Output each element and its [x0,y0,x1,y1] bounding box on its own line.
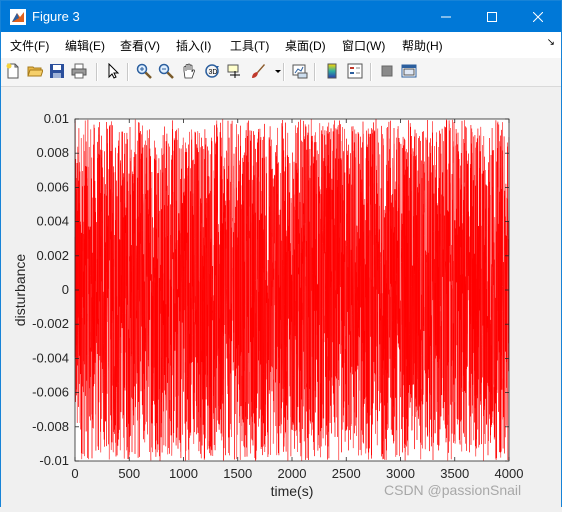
x-tick-label: 0 [71,466,78,481]
print-icon[interactable] [70,62,88,80]
x-tick-label: 500 [118,466,140,481]
maximize-icon [487,11,497,22]
menu-help[interactable]: 帮助(H) [402,37,443,54]
y-tick-label: 0.006 [36,179,69,194]
y-tick-label: -0.004 [32,350,69,365]
y-tick-label: 0.008 [36,145,69,160]
toolbar-separator [96,63,98,81]
menu-insert[interactable]: 插入(I) [176,37,211,54]
menu-file[interactable]: 文件(F) [10,37,49,54]
data-cursor-icon[interactable] [225,62,243,80]
chevron-icon[interactable]: ↘ [547,37,555,48]
new-figure-icon[interactable] [4,62,22,80]
zoom-out-icon[interactable] [157,62,175,80]
link-plot-icon[interactable] [291,62,309,80]
window-title: Figure 3 [32,9,80,24]
axes-plot[interactable]: 0 500 1000 1500 2000 2500 3000 3500 4000 -0.01 -0.… [1,87,561,507]
menu-window[interactable]: 窗口(W) [342,37,385,54]
maximize-button[interactable] [469,1,515,32]
show-plot-tools-icon[interactable] [400,62,418,80]
save-icon[interactable] [48,62,66,80]
toolbar-separator [127,63,129,81]
close-button[interactable] [515,1,561,32]
minimize-button[interactable] [423,1,469,32]
y-tick-label: 0.004 [36,214,69,229]
brush-icon[interactable] [249,62,267,80]
hide-plot-tools-icon[interactable] [378,62,396,80]
y-tick-label: 0 [62,282,69,297]
x-tick-label: 3000 [386,466,415,481]
y-axis-label: disturbance [12,254,28,327]
legend-icon[interactable] [346,62,364,80]
x-tick-label: 2000 [278,466,307,481]
svg-text:3D: 3D [209,69,218,76]
x-tick-label: 3500 [440,466,469,481]
x-tick-label: 4000 [495,466,524,481]
x-axis-label: time(s) [271,483,314,499]
x-tick-label: 2500 [332,466,361,481]
y-tick-label: 0.002 [36,248,69,263]
toolbar-separator [314,63,316,81]
x-tick-label: 1500 [223,466,252,481]
menu-desktop[interactable]: 桌面(D) [285,37,326,54]
close-icon [533,11,543,22]
open-file-icon[interactable] [26,62,44,80]
menu-edit[interactable]: 编辑(E) [65,37,105,54]
toolbar-separator [370,63,372,81]
csdn-watermark: CSDN @passionSnail [384,482,522,498]
rotate-3d-icon[interactable]: 3D [203,62,221,80]
pan-icon[interactable] [180,62,198,80]
menu-tools[interactable]: 工具(T) [230,37,269,54]
figure-canvas: 0 500 1000 1500 2000 2500 3000 3500 4000 -0.01 -0.… [1,87,561,507]
minimize-icon [441,16,451,17]
menu-bar: 文件(F) 编辑(E) 查看(V) 插入(I) 工具(T) 桌面(D) 窗口(W… [1,32,561,58]
y-tick-label: 0.01 [44,111,69,126]
menu-view[interactable]: 查看(V) [120,37,160,54]
colorbar-icon[interactable] [323,62,341,80]
toolbar-separator [283,63,285,81]
zoom-in-icon[interactable] [135,62,153,80]
matlab-icon [10,9,26,25]
y-tick-label: -0.008 [32,419,69,434]
y-tick-label: -0.006 [32,385,69,400]
x-tick-label: 1000 [169,466,198,481]
y-tick-label: -0.01 [39,453,69,468]
y-tick-label: -0.002 [32,316,69,331]
pointer-icon[interactable] [104,62,122,80]
figure-toolbar: 3D [1,58,561,87]
title-bar[interactable]: Figure 3 [1,1,561,32]
figure-window: Figure 3 文件(F) 编辑(E) 查看(V) 插入(I) 工具(T) 桌… [0,0,562,507]
